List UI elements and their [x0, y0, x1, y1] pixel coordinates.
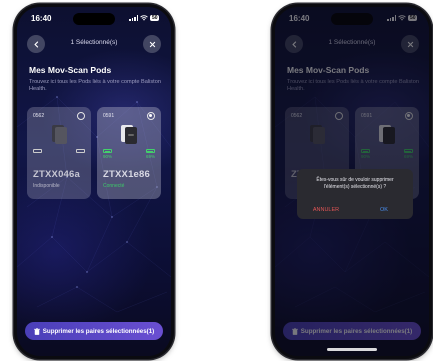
- pod-status: Connecté: [103, 183, 125, 189]
- signal-icon: [129, 15, 139, 21]
- battery-left: [33, 149, 42, 153]
- battery-right: 69%: [145, 149, 155, 159]
- pod-card[interactable]: 0562 ZTXX046a Indisponible: [27, 107, 91, 199]
- pod-card[interactable]: 0591 90% 69% ZTXX1e86 Connecté: [97, 107, 161, 199]
- battery-percent: 69%: [145, 154, 155, 159]
- close-icon: [149, 41, 155, 47]
- battery-row: [33, 149, 85, 153]
- select-radio[interactable]: [147, 112, 155, 120]
- dialog-actions: ANNULER OK: [297, 207, 413, 213]
- pod-name: ZTXX1e86: [103, 169, 151, 180]
- close-button[interactable]: [143, 35, 161, 53]
- phone-selection: 16:40 50 1 Sélectionné(s) Mes Mov-Scan P…: [14, 4, 174, 359]
- delete-selected-button[interactable]: Supprimer les paires sélectionnées(1): [25, 322, 163, 340]
- section-title: Mes Mov-Scan Pods: [29, 65, 112, 75]
- confirm-delete-dialog: Êtes-vous sûr de vouloir supprimer l'élé…: [297, 169, 413, 219]
- battery-right: [76, 149, 85, 153]
- pod-id: 0591: [103, 113, 115, 119]
- cancel-button[interactable]: ANNULER: [297, 207, 355, 213]
- wifi-icon: [140, 15, 149, 21]
- dynamic-island: [73, 13, 115, 25]
- battery-row: 90% 69%: [103, 149, 155, 159]
- pod-id: 0562: [33, 113, 45, 119]
- pod-device-icon: [52, 125, 67, 144]
- screen: 16:40 50 1 Sélectionné(s) Mes Mov-Scan P…: [275, 7, 429, 356]
- delete-selected-label: Supprimer les paires sélectionnées(1): [42, 327, 155, 335]
- status-bar: 16:40 50: [17, 13, 171, 26]
- home-indicator: [327, 348, 377, 351]
- ok-button[interactable]: OK: [355, 207, 413, 213]
- battery-icon: [145, 149, 155, 153]
- dialog-message: Êtes-vous sûr de vouloir supprimer l'élé…: [316, 177, 394, 190]
- battery-left: 90%: [103, 149, 112, 159]
- pod-name: ZTXX046a: [33, 169, 81, 180]
- trash-icon: [33, 327, 40, 335]
- status-icons: 50: [129, 15, 159, 21]
- battery-icon: [33, 149, 42, 153]
- top-bar: 1 Sélectionné(s): [17, 35, 171, 55]
- battery-icon: [103, 149, 112, 153]
- battery-icon: 50: [150, 15, 159, 21]
- select-radio[interactable]: [77, 112, 85, 120]
- pod-status: Indisponible: [33, 183, 60, 189]
- status-time: 16:40: [31, 14, 52, 23]
- phone-confirm-dialog: 16:40 50 1 Sélectionné(s) Mes Mov-Scan P…: [272, 4, 432, 359]
- battery-icon: [76, 149, 85, 153]
- section-description: Trouvez ici tous les Pods liés à votre c…: [29, 79, 161, 92]
- pod-device-icon: [121, 125, 137, 144]
- screen: 16:40 50 1 Sélectionné(s) Mes Mov-Scan P…: [17, 7, 171, 356]
- battery-percent: 90%: [103, 154, 113, 159]
